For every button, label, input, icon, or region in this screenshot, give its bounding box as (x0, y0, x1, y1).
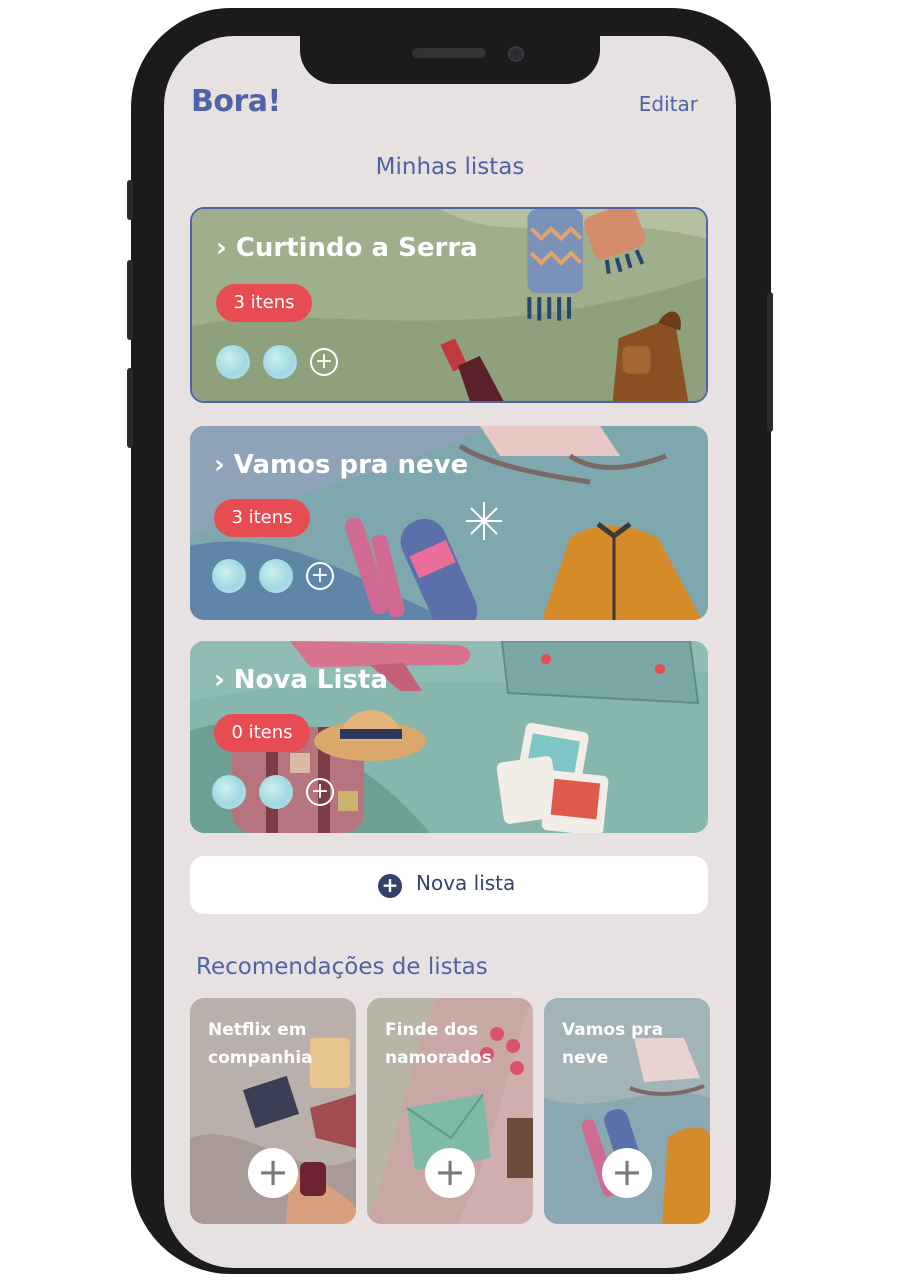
list-card-vamos-pra-neve[interactable]: › Vamos pra neve 3 itens + (190, 426, 708, 620)
notch (300, 36, 600, 84)
new-list-label: Nova lista (416, 871, 516, 895)
member-avatar (212, 559, 246, 593)
add-recommendation-button[interactable]: + (425, 1148, 475, 1198)
add-member-icon[interactable]: + (306, 562, 334, 590)
add-recommendation-button[interactable]: + (248, 1148, 298, 1198)
item-count-badge: 3 itens (214, 499, 310, 537)
volume-down-button (127, 368, 133, 448)
list-title: › Vamos pra neve (214, 450, 469, 480)
power-button (767, 292, 773, 432)
volume-up-button (127, 260, 133, 340)
app-screen: Bora! Editar Minhas listas › Curtindo a … (164, 36, 736, 1268)
plus-circle-icon: + (378, 874, 402, 898)
silent-switch (127, 180, 133, 220)
item-count-badge: 3 itens (216, 284, 312, 322)
recommendations-title: Recomendações de listas (196, 954, 488, 980)
add-member-icon[interactable]: + (306, 778, 334, 806)
edit-button[interactable]: Editar (639, 92, 698, 116)
new-list-button[interactable]: + Nova lista (190, 856, 708, 914)
item-count-badge: 0 itens (214, 714, 310, 752)
my-lists-title: Minhas listas (375, 154, 525, 180)
list-card-nova-lista[interactable]: › Nova Lista 0 itens + (190, 641, 708, 833)
recommendation-card-finde-dos-namorados[interactable]: Finde dos namorados + (367, 998, 533, 1224)
list-card-curtindo-a-serra[interactable]: › Curtindo a Serra 3 itens + (190, 207, 708, 403)
recommendation-label: Vamos pra neve (562, 1020, 664, 1068)
recommendation-label: Finde dos namorados (385, 1020, 492, 1068)
list-title: › Nova Lista (214, 665, 388, 695)
recommendation-card-netflix[interactable]: Netflix em companhia + (190, 998, 356, 1224)
member-avatar (212, 775, 246, 809)
member-avatar (263, 345, 297, 379)
member-avatar (259, 559, 293, 593)
recommendation-card-vamos-pra-neve[interactable]: Vamos pra neve + (544, 998, 710, 1224)
member-avatar (216, 345, 250, 379)
add-recommendation-button[interactable]: + (602, 1148, 652, 1198)
recommendation-label: Netflix em companhia (208, 1020, 313, 1068)
list-title: › Curtindo a Serra (216, 233, 478, 263)
speaker (412, 48, 486, 58)
app-title: Bora! (191, 84, 281, 119)
camera-icon (508, 46, 524, 62)
add-member-icon[interactable]: + (310, 348, 338, 376)
member-avatar (259, 775, 293, 809)
